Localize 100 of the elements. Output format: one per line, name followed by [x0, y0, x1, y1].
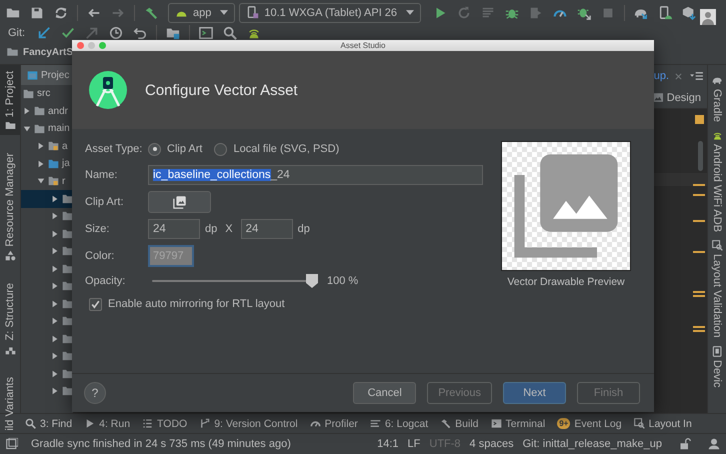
tool-window-button[interactable]: Layout In: [634, 418, 692, 430]
editor-tab[interactable]: up.: [654, 70, 682, 82]
inspector-icon[interactable]: [708, 438, 720, 450]
expand-arrow-icon[interactable]: [51, 212, 59, 220]
run-config-dropdown[interactable]: app: [168, 2, 236, 22]
tree-item[interactable]: ja: [21, 155, 73, 172]
tree-item[interactable]: a: [21, 138, 73, 155]
dialog-button[interactable]: Next: [503, 382, 566, 404]
expand-arrow-icon[interactable]: [23, 107, 31, 116]
expand-arrow-icon[interactable]: [51, 387, 59, 396]
expand-arrow-icon[interactable]: [51, 282, 59, 290]
slider-thumb[interactable]: [306, 274, 318, 288]
field-label: Size:: [85, 223, 110, 235]
notification-badge: 9+: [557, 418, 570, 429]
tool-window-button[interactable]: Terminal: [490, 418, 546, 430]
undo-icon: [133, 26, 148, 40]
save-icon: [30, 6, 44, 20]
help-button[interactable]: ?: [84, 382, 106, 404]
folder-icon: [6, 46, 19, 58]
arrow-down-left-icon: [37, 26, 52, 40]
tool-window-button[interactable]: 9+ Event Log: [557, 418, 622, 430]
field-label: Asset Type:: [85, 143, 144, 155]
preview-caption: Vector Drawable Preview: [507, 276, 625, 288]
tree-item[interactable]: andr: [21, 102, 73, 120]
tree-item[interactable]: r: [21, 172, 73, 190]
status-widget[interactable]: 14:1: [377, 438, 399, 450]
opacity-slider[interactable]: [152, 274, 318, 288]
device-dropdown[interactable]: 10.1 WXGA (Tablet) API 26: [239, 2, 422, 22]
phone-icon: [246, 6, 260, 19]
tool-window-button[interactable]: Profiler: [310, 418, 358, 430]
tool-window-tab[interactable]: ild Variants: [0, 370, 20, 434]
tool-window-tab[interactable]: Resource Manager: [0, 147, 20, 266]
expand-arrow-icon[interactable]: [51, 194, 59, 203]
status-widget[interactable]: LF: [408, 438, 420, 450]
tool-window-tab[interactable]: Android WiFi ADB: [711, 130, 723, 232]
elephant-icon: [712, 75, 722, 86]
expand-arrow-icon[interactable]: [51, 264, 59, 273]
expand-arrow-icon[interactable]: [51, 247, 59, 256]
times-label: X: [225, 223, 233, 235]
list-icon: [481, 6, 496, 20]
unlock-icon[interactable]: [679, 438, 691, 450]
expand-arrow-icon[interactable]: [51, 334, 59, 343]
tree-item[interactable]: [21, 190, 73, 208]
expand-arrow-icon[interactable]: [51, 352, 59, 360]
tool-window-button[interactable]: 4: Run: [84, 418, 130, 430]
bug-arrow-icon: [577, 6, 592, 20]
field-label: Color:: [85, 250, 116, 262]
tool-window-tab[interactable]: Gradle: [711, 75, 723, 122]
stop-icon: [601, 6, 616, 20]
hammer-icon: [440, 418, 452, 429]
tool-window-button[interactable]: Build: [440, 418, 478, 430]
collapse-arrow-icon[interactable]: [37, 177, 45, 186]
layout-search-icon: [712, 240, 722, 252]
expand-arrow-icon[interactable]: [37, 160, 45, 168]
panel-title[interactable]: Projec: [41, 70, 70, 80]
checkbox[interactable]: [89, 298, 102, 310]
checkbox-label[interactable]: Enable auto mirroring for RTL layout: [108, 298, 285, 310]
width-field[interactable]: 24: [148, 219, 200, 239]
terminal-icon: [490, 418, 502, 429]
window-icon: [27, 70, 38, 80]
folder-icon: [4, 120, 16, 132]
radio-option[interactable]: Clip Art: [148, 142, 202, 156]
radio-button[interactable]: [148, 142, 161, 156]
tool-window-button[interactable]: 6: Logcat: [370, 418, 428, 430]
expand-arrow-icon[interactable]: [51, 370, 59, 378]
status-widget[interactable]: 4 spaces: [470, 438, 514, 450]
tool-window-tab[interactable]: Devic: [711, 346, 723, 388]
vcs-label: Git:: [7, 26, 26, 38]
radio-option[interactable]: Local file (SVG, PSD): [214, 142, 340, 156]
list-icon: [142, 418, 154, 429]
height-field[interactable]: 24: [240, 219, 293, 239]
rerun-icon: [457, 6, 472, 20]
user-avatar-icon[interactable]: [700, 9, 716, 25]
dialog-button[interactable]: Cancel: [353, 382, 416, 404]
expand-arrow-icon[interactable]: [51, 317, 59, 326]
tool-window-button[interactable]: 3: Find: [25, 418, 72, 430]
layout-search-icon: [634, 418, 645, 429]
panel-toggle-icon[interactable]: [6, 438, 18, 450]
project-breadcrumb[interactable]: FancyArtS: [23, 46, 74, 58]
shapes-icon: [4, 250, 16, 262]
tool-window-button[interactable]: TODO: [142, 418, 188, 430]
expand-arrow-icon[interactable]: [37, 142, 45, 150]
tool-window-tab[interactable]: 1: Project: [0, 65, 20, 136]
unit-label: dp: [205, 223, 218, 235]
folder-icon: [6, 6, 20, 20]
hammer-icon: [144, 6, 158, 20]
tool-window-button[interactable]: 9: Version Control: [199, 418, 298, 430]
collapse-arrow-icon[interactable]: [23, 124, 31, 133]
tool-window-tab[interactable]: Layout Validation: [711, 240, 723, 338]
device-icon: [712, 346, 722, 357]
tree-item[interactable]: main: [21, 120, 73, 138]
status-widget[interactable]: Git: inittal_release_make_up: [522, 438, 662, 450]
clip-art-button[interactable]: [148, 191, 211, 213]
radio-button[interactable]: [214, 142, 228, 156]
tool-window-tab[interactable]: Z: Structure: [0, 277, 20, 358]
field-label: Clip Art:: [85, 196, 125, 208]
expand-arrow-icon[interactable]: [51, 230, 59, 238]
tree-item[interactable]: src: [21, 85, 73, 102]
expand-arrow-icon[interactable]: [51, 300, 59, 308]
tab-list-icon[interactable]: [690, 72, 703, 80]
